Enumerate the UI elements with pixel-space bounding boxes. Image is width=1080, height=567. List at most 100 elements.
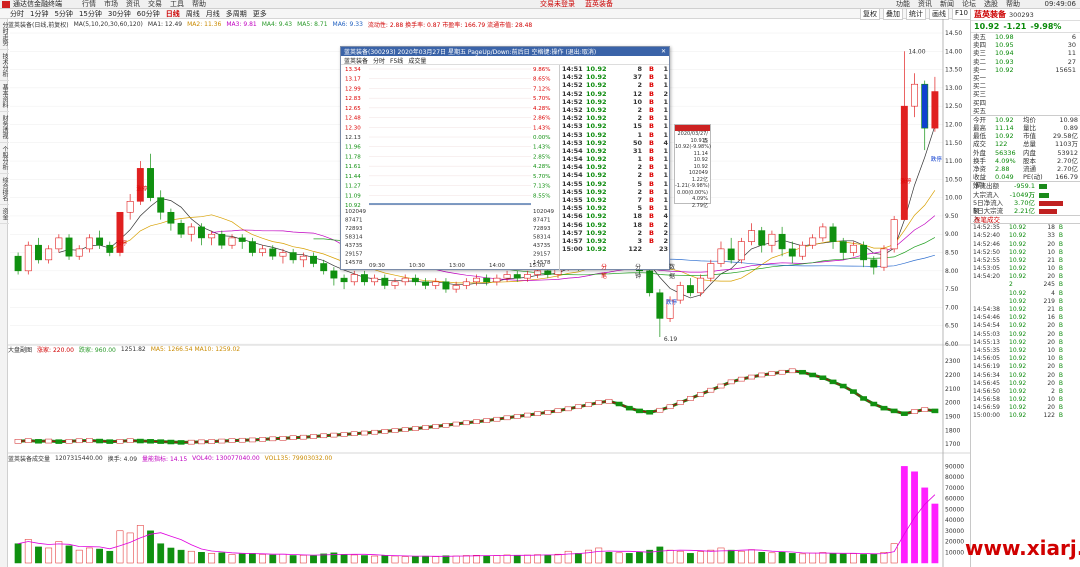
popup-tab[interactable]: 分时 (373, 56, 385, 65)
candle-body (819, 226, 827, 239)
tick-cell: 10.92 (1009, 297, 1027, 305)
tick-cell: B (1058, 256, 1063, 264)
flow-row: 大宗流入 -1049万 (971, 191, 1080, 199)
candle-body (24, 244, 32, 272)
popup-pct-label: 5.70% (533, 174, 550, 180)
tool-button[interactable]: 复权 (860, 7, 880, 20)
popup-btn-minute[interactable]: 分钟 (635, 262, 641, 280)
candle-body (839, 241, 847, 253)
index-candle (391, 428, 399, 433)
popup-btn-data[interactable]: 数据 (669, 262, 675, 280)
trade-cell (642, 245, 654, 253)
flow-label: 净流出额 (973, 182, 999, 191)
popup-pct-label: 8.55% (533, 193, 550, 199)
popup-tab[interactable]: 成交量 (408, 56, 426, 65)
period-tab[interactable]: 更多 (253, 9, 267, 19)
candle-body (106, 244, 114, 253)
trade-cell: 14:57 (562, 228, 583, 237)
period-tab[interactable]: 15分钟 (79, 9, 102, 19)
intraday-popup[interactable]: 蓝英装备(300293) 2020年03月27日 星期五 PageUp/Down… (340, 46, 675, 280)
period-tab[interactable]: 5分钟 (54, 9, 72, 19)
candle-body (676, 285, 684, 301)
ma-label: MA(5,10,20,30,60,120) (73, 21, 143, 28)
price-axis-label: 13.00 (945, 85, 962, 92)
period-tab[interactable]: 分时 (10, 9, 24, 19)
trade-row: 14:56 10.92 18 B 4 (560, 212, 671, 220)
index-candle (45, 438, 53, 444)
limit-label: 涨停 (116, 239, 128, 247)
trade-cell: 1 (663, 81, 668, 90)
tick-list[interactable]: 14:52:35 10.92 18 B 14:52:40 10.92 33 B 14:52:46… (971, 224, 1080, 421)
bid-label: 买三 (973, 90, 986, 99)
price-axis-label: 12.00 (945, 121, 962, 128)
tick-cell: B (1058, 297, 1063, 305)
trade-cell: 1 (663, 196, 668, 204)
trade-cell: 2 (637, 114, 642, 123)
tick-row: 14:56:58 10.92 10 B (971, 396, 1080, 404)
tick-cell: 14:56:45 (973, 379, 1000, 387)
tool-button[interactable]: 叠加 (883, 7, 903, 20)
candle-body (880, 248, 888, 268)
index-candle (65, 439, 73, 444)
index-axis-label: 1900 (945, 413, 960, 420)
volume-bar (24, 539, 32, 564)
index-line (18, 370, 935, 444)
period-tab[interactable]: 多周期 (226, 9, 247, 19)
period-tab[interactable]: 30分钟 (108, 9, 131, 19)
volume-bar (900, 466, 908, 564)
info-line: -1.21(-9.98%) (675, 183, 710, 189)
popup-time-label: 15:00 (529, 263, 545, 269)
tool-button[interactable]: F10 (952, 7, 971, 20)
trade-cell: B (649, 130, 654, 139)
candle-body (686, 285, 694, 294)
popup-pct-label: 9.86% (533, 67, 550, 73)
tick-cell: 10.92 (1009, 404, 1027, 412)
period-tab[interactable]: 月线 (206, 9, 220, 19)
info-line: 2.79亿 (691, 202, 708, 209)
tick-row: 14:56:50 10.92 2 B (971, 388, 1080, 396)
intraday-chart[interactable]: 13.34 9.86% 13.17 8.65% 12.99 7.12% 12.83 5.70%… (341, 65, 559, 271)
tab-ticks[interactable]: 逐笔成交 (974, 216, 1000, 224)
volume-axis-label: 50000 (945, 506, 964, 513)
popup-price-label: 11.44 (345, 174, 361, 180)
main-info-bar: 蓝英装备(日线,前复权) MA(5,10,20,30,60,120) MA1: … (8, 20, 532, 29)
volume-bar (310, 555, 317, 564)
period-toolbar: 分时 1分钟 5分钟 15分钟 30分钟 60分钟 日线 周线 月线 多周期 更多 复权 叠加 统计 画线… (0, 7, 1080, 20)
trade-status[interactable]: 交易未登录 (540, 0, 575, 9)
volume-bar (595, 547, 603, 564)
popup-vol-label-right: 87471 (533, 218, 551, 224)
bid-label: 买四 (973, 98, 986, 107)
close-icon[interactable]: ✕ (661, 48, 669, 55)
tick-row: 14:54:46 10.92 16 B (971, 314, 1080, 322)
popup-price-label: 12.30 (345, 125, 361, 131)
volume-bar (85, 547, 93, 564)
period-tab[interactable]: 周线 (186, 9, 200, 19)
tool-button[interactable]: 画线 (929, 7, 949, 20)
price-axis-label: 10.50 (945, 176, 962, 183)
popup-tab[interactable]: 蓝英装备 (344, 56, 368, 65)
ma3-value: MA3: 9.81 (226, 21, 257, 28)
volume-bar (177, 549, 185, 564)
period-tab[interactable]: 日线 (166, 9, 180, 19)
tool-button[interactable]: 统计 (906, 7, 926, 20)
index-candle (707, 387, 715, 393)
quote-header: 蓝英装备 300293 (971, 9, 1080, 21)
tick-cell: 10.92 (1009, 338, 1027, 346)
trade-row: 14:54 10.92 2 B 1 (560, 163, 671, 171)
price-axis-label: 11.00 (945, 158, 962, 165)
bid-row: 买二 (971, 82, 1080, 90)
index-candle (544, 410, 552, 415)
period-tab[interactable]: 1分钟 (30, 9, 48, 19)
price-axis-label: 7.50 (945, 286, 959, 293)
tick-cell: 10.92 (1009, 240, 1027, 248)
period-tab[interactable]: 60分钟 (137, 9, 160, 19)
tick-cell: 14:56:58 (973, 396, 1000, 404)
index-ribbon (17, 369, 936, 444)
trade-list[interactable]: 14:51 10.92 8 B 1 14:52 10.92 37 B 1 14:52 10.92 2 B 1… (559, 65, 671, 271)
popup-price-label: 13.34 (345, 67, 361, 73)
ask-label: 卖四 (973, 41, 986, 50)
volume-bar (198, 552, 205, 564)
popup-tab[interactable]: F5线 (390, 56, 403, 65)
popup-price-label: 12.83 (345, 96, 361, 102)
popup-btn-ticks[interactable]: 分笔 (601, 262, 607, 280)
